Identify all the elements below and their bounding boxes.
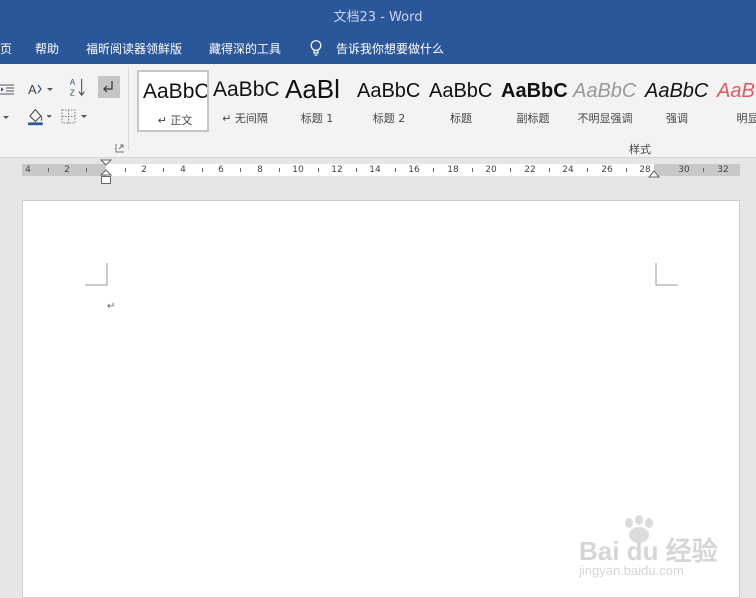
ruler-tick: [48, 168, 49, 172]
style-label: 标题 1: [300, 112, 334, 125]
style-label: 强调: [666, 112, 688, 125]
ruler-tick-label: 12: [331, 165, 343, 175]
ruler-tick-label: 24: [562, 165, 574, 175]
title-bar: 文档23 - Word: [0, 0, 756, 30]
ruler-tick: [163, 168, 164, 172]
style-label: ↵ 无间隔: [222, 112, 268, 125]
style-heading-2[interactable]: AaBbC 标题 2: [353, 70, 425, 132]
ruler-tick: [626, 168, 627, 172]
chinese-layout-icon[interactable]: A: [27, 78, 55, 100]
paragraph-mark: ↵: [107, 301, 116, 312]
style-heading-1[interactable]: AaBl 标题 1: [281, 70, 353, 132]
ruler-tick-label: 2: [64, 165, 70, 175]
style-preview: AaBbC: [213, 78, 280, 101]
ribbon: A A Z AaBbC ↵ 正文 AaBbC ↵ 无间隔 AaBl 标题 1 A…: [0, 64, 756, 158]
ruler-tick-label: 2: [141, 165, 147, 175]
tell-me-search[interactable]: 告诉我你想要做什么: [336, 40, 444, 57]
ruler-tick-label: 26: [601, 165, 613, 175]
ruler-tick-label: 4: [180, 165, 186, 175]
style-subtle-emphasis[interactable]: AaBbC 不明显强调: [569, 70, 641, 132]
tab-help[interactable]: 帮助: [35, 40, 59, 57]
style-preview: AaBbC: [501, 80, 568, 102]
tab-partial[interactable]: 页: [0, 40, 12, 57]
style-preview: AaB: [717, 80, 755, 102]
ruler-tick: [472, 168, 473, 172]
ruler-tick-label: 14: [369, 165, 381, 175]
dialog-launcher-icon[interactable]: [115, 143, 125, 153]
styles-gallery: AaBbC ↵ 正文 AaBbC ↵ 无间隔 AaBl 标题 1 AaBbC 标…: [137, 70, 756, 132]
ruler-tick: [86, 168, 87, 172]
borders-icon[interactable]: [60, 106, 90, 128]
svg-text:Z: Z: [70, 88, 75, 97]
style-label: 明显强: [736, 112, 756, 125]
ruler-tick-label: 4: [25, 165, 31, 175]
ruler-tick-label: 18: [447, 165, 459, 175]
shading-icon[interactable]: [25, 105, 55, 127]
style-preview: AaBbC: [143, 80, 209, 103]
style-preview: AaBbC: [429, 80, 493, 102]
ruler-tick: [125, 168, 126, 172]
margin-corner-mark: [85, 263, 108, 286]
style-title[interactable]: AaBbC 标题: [425, 70, 497, 132]
style-preview: AaBbC: [357, 80, 421, 102]
ribbon-separator: [128, 68, 129, 150]
indent-marker-icon[interactable]: [100, 159, 112, 185]
ruler-tick: [356, 168, 357, 172]
indent-icon[interactable]: [0, 78, 16, 100]
style-no-spacing[interactable]: AaBbC ↵ 无间隔: [209, 70, 281, 132]
ruler-tick-label: 10: [292, 165, 304, 175]
ruler-tick: [202, 168, 203, 172]
ruler-tick-label: 30: [678, 165, 690, 175]
tab-foxit-reader[interactable]: 福昕阅读器领鲜版: [86, 40, 182, 57]
style-normal[interactable]: AaBbC ↵ 正文: [137, 70, 209, 132]
style-subtitle[interactable]: AaBbC 副标题: [497, 70, 569, 132]
ruler-tick-label: 6: [218, 165, 224, 175]
window-title: 文档23 - Word: [333, 10, 423, 25]
ruler-tick: [510, 168, 511, 172]
style-label: 标题: [450, 112, 472, 125]
watermark-url: jingyan.baidu.com: [579, 563, 684, 578]
ruler-tick: [433, 168, 434, 172]
right-indent-marker-icon[interactable]: [648, 170, 660, 180]
svg-text:A: A: [28, 82, 37, 97]
ruler-tick: [279, 168, 280, 172]
style-preview: AaBbC: [573, 80, 637, 102]
dropdown-arrow-icon[interactable]: [0, 106, 12, 128]
style-label: 副标题: [516, 112, 550, 125]
sort-icon[interactable]: A Z: [68, 76, 88, 98]
ruler-tick: [395, 168, 396, 172]
ribbon-tabs: 页 帮助 福昕阅读器领鲜版 藏得深的工具 告诉我你想要做什么: [0, 30, 756, 64]
margin-corner-mark: [655, 263, 678, 286]
lightbulb-icon[interactable]: [309, 39, 323, 57]
ruler-tick: [549, 168, 550, 172]
ruler-tick-label: 8: [257, 165, 263, 175]
style-label: 不明显强调: [577, 112, 633, 125]
horizontal-ruler[interactable]: 4 2 2 4 6 8 10 12 14 16 18 20 22 24 26 2…: [22, 164, 740, 176]
ruler-tick-label: 22: [524, 165, 536, 175]
ruler-tick: [240, 168, 241, 172]
ruler-tick-label: 32: [717, 165, 729, 175]
ruler-tick-label: 16: [408, 165, 420, 175]
ruler-tick: [318, 168, 319, 172]
ruler-tick-label: 20: [485, 165, 497, 175]
style-preview: AaBbC: [645, 80, 709, 102]
styles-group-label: 样式: [629, 143, 651, 156]
style-label: 标题 2: [372, 112, 406, 125]
style-intense-emphasis[interactable]: AaB 明显强: [713, 70, 756, 132]
svg-text:A: A: [70, 78, 76, 87]
style-label: ↵ 正文: [157, 114, 193, 127]
style-emphasis[interactable]: AaBbC 强调: [641, 70, 713, 132]
tab-hidden-tools[interactable]: 藏得深的工具: [209, 40, 281, 57]
style-preview: AaBl: [285, 74, 340, 104]
watermark: Bai du 经验 jingyan.baidu.com: [575, 515, 735, 583]
show-hide-marks-button[interactable]: [98, 76, 120, 98]
ruler-tick: [703, 168, 704, 172]
ruler-tick: [587, 168, 588, 172]
